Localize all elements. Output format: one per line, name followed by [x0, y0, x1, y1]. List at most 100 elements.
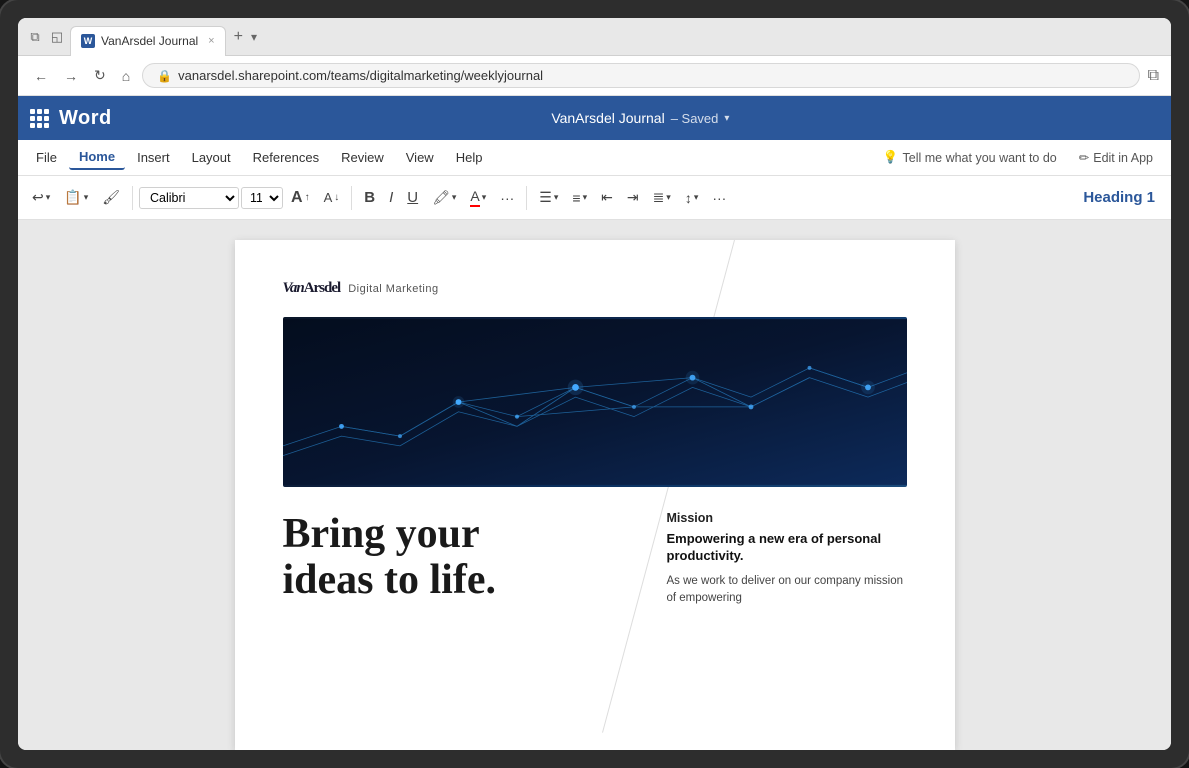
- tab-bar: ⧉ ◱ W VanArsdel Journal × + ▾: [18, 18, 1171, 56]
- toolbar-divider-1: [132, 186, 133, 210]
- menu-home[interactable]: Home: [69, 145, 125, 170]
- heading-style-label[interactable]: Heading 1: [1075, 187, 1163, 208]
- increase-indent-button[interactable]: ⇥: [621, 185, 645, 210]
- menu-review[interactable]: Review: [331, 146, 394, 169]
- doc-title-chevron-icon[interactable]: ▾: [724, 113, 729, 124]
- menu-layout[interactable]: Layout: [182, 146, 241, 169]
- menu-help[interactable]: Help: [446, 146, 493, 169]
- tell-me-text: Tell me what you want to do: [903, 151, 1057, 165]
- doc-logo-text: VanArsdel: [283, 280, 341, 297]
- tell-me-field[interactable]: 💡 Tell me what you want to do: [873, 147, 1067, 168]
- active-tab[interactable]: W VanArsdel Journal ×: [70, 26, 226, 56]
- heading-line-2: ideas to life.: [283, 557, 496, 603]
- url-field[interactable]: 🔒 vanarsdel.sharepoint.com/teams/digital…: [142, 63, 1139, 88]
- menu-file[interactable]: File: [26, 146, 67, 169]
- logo-van: Van: [283, 280, 304, 296]
- nav-forward-button[interactable]: →: [60, 64, 82, 88]
- italic-button[interactable]: I: [383, 185, 399, 210]
- hero-image: [283, 317, 907, 487]
- clipboard-button[interactable]: 📋 ▾: [58, 185, 94, 210]
- bold-button[interactable]: B: [358, 185, 381, 210]
- increase-font-icon: A: [291, 189, 303, 207]
- font-color-button[interactable]: A ▾: [464, 184, 492, 211]
- clipboard-dropdown-icon: ▾: [84, 192, 89, 203]
- doc-col-left: Bring your ideas to life.: [283, 511, 635, 611]
- decrease-indent-icon: ⇤: [601, 189, 613, 206]
- bullets-icon: ☰: [539, 189, 552, 206]
- bold-icon: B: [364, 189, 375, 206]
- tab-title: VanArsdel Journal: [101, 34, 198, 48]
- doc-page: VanArsdel Digital Marketing: [235, 240, 955, 750]
- more-format-button[interactable]: ···: [494, 186, 520, 210]
- word-tab-icon: W: [81, 34, 95, 48]
- edit-in-app-text: Edit in App: [1093, 151, 1153, 165]
- nav-home-button[interactable]: ⌂: [118, 64, 134, 88]
- nav-refresh-button[interactable]: ↻: [90, 63, 110, 88]
- browser-window: ⧉ ◱ W VanArsdel Journal × + ▾ ← → ↻ ⌂ 🔒 …: [18, 18, 1171, 750]
- doc-main-heading: Bring your ideas to life.: [283, 511, 635, 603]
- nav-back-button[interactable]: ←: [30, 64, 52, 88]
- clipboard-icon: 📋: [64, 189, 81, 206]
- highlight-dropdown-icon: ▾: [452, 192, 457, 203]
- word-logo: Word: [59, 107, 112, 130]
- font-color-dropdown-icon: ▾: [482, 192, 487, 203]
- mission-body: As we work to deliver on our company mis…: [667, 573, 907, 608]
- font-size-select[interactable]: 11: [241, 187, 283, 209]
- url-text: vanarsdel.sharepoint.com/teams/digitalma…: [178, 68, 543, 83]
- numbering-icon: ≡: [572, 190, 580, 206]
- split-view-button[interactable]: ⧉: [1148, 67, 1159, 85]
- tab-dropdown-button[interactable]: ▾: [251, 30, 257, 44]
- menu-view[interactable]: View: [396, 146, 444, 169]
- format-painter-button[interactable]: 🖌: [96, 185, 126, 210]
- alignment-icon: ≣: [653, 189, 665, 206]
- highlight-icon: 🖍: [432, 189, 450, 206]
- tab-close-btn[interactable]: ×: [208, 35, 214, 47]
- toolbar-divider-2: [351, 186, 352, 210]
- undo-dropdown-icon: ▾: [46, 192, 51, 203]
- mission-heading: Empowering a new era of personal product…: [667, 531, 907, 565]
- undo-icon: ↩: [32, 189, 44, 206]
- new-tab-button[interactable]: +: [230, 28, 247, 46]
- font-color-icon: A: [470, 188, 479, 207]
- address-bar: ← → ↻ ⌂ 🔒 vanarsdel.sharepoint.com/teams…: [18, 56, 1171, 96]
- lock-icon: 🔒: [157, 69, 172, 83]
- browser-forward-btn[interactable]: ◱: [48, 28, 66, 46]
- underline-icon: U: [407, 189, 418, 206]
- line-spacing-icon: ↕: [685, 190, 692, 206]
- undo-button[interactable]: ↩ ▾: [26, 185, 56, 210]
- word-app-bar: Word VanArsdel Journal – Saved ▾: [18, 96, 1171, 140]
- highlight-button[interactable]: 🖍 ▾: [426, 185, 462, 210]
- menu-bar: File Home Insert Layout References Revie…: [18, 140, 1171, 176]
- menu-references[interactable]: References: [243, 146, 329, 169]
- increase-indent-icon: ⇥: [627, 189, 639, 206]
- heading-line-1: Bring your: [283, 511, 480, 557]
- line-spacing-button[interactable]: ↕ ▾: [679, 186, 705, 210]
- hero-svg: [283, 317, 907, 487]
- edit-in-app-button[interactable]: ✏ Edit in App: [1069, 147, 1163, 168]
- device-frame: ⧉ ◱ W VanArsdel Journal × + ▾ ← → ↻ ⌂ 🔒 …: [0, 0, 1189, 768]
- decrease-font-button[interactable]: A↓: [318, 186, 346, 209]
- alignment-button[interactable]: ≣ ▾: [647, 185, 677, 210]
- menu-insert[interactable]: Insert: [127, 146, 180, 169]
- doc-header: VanArsdel Digital Marketing: [283, 280, 907, 297]
- font-name-select[interactable]: Calibri: [139, 187, 239, 209]
- decrease-font-icon: A: [324, 190, 333, 205]
- doc-title: VanArsdel Journal: [551, 110, 664, 126]
- bullets-button[interactable]: ☰ ▾: [533, 185, 564, 210]
- increase-font-button[interactable]: A↑: [285, 185, 316, 211]
- doc-title-area: VanArsdel Journal – Saved ▾: [122, 110, 1159, 126]
- more-para-button[interactable]: ···: [706, 186, 732, 210]
- toolbar: ↩ ▾ 📋 ▾ 🖌 Calibri 11 A↑ A↓: [18, 176, 1171, 220]
- toolbar-divider-3: [526, 186, 527, 210]
- decrease-indent-button[interactable]: ⇤: [595, 185, 619, 210]
- apps-grid-button[interactable]: [30, 109, 49, 128]
- underline-button[interactable]: U: [401, 185, 424, 210]
- italic-icon: I: [389, 189, 393, 206]
- numbering-button[interactable]: ≡ ▾: [566, 186, 593, 210]
- doc-area: VanArsdel Digital Marketing: [18, 220, 1171, 750]
- mission-label: Mission: [667, 511, 907, 525]
- lightbulb-icon: 💡: [883, 150, 899, 165]
- doc-content-columns: Bring your ideas to life. Mission Empowe…: [283, 511, 907, 611]
- doc-department: Digital Marketing: [348, 283, 438, 295]
- browser-back-btn[interactable]: ⧉: [26, 28, 44, 46]
